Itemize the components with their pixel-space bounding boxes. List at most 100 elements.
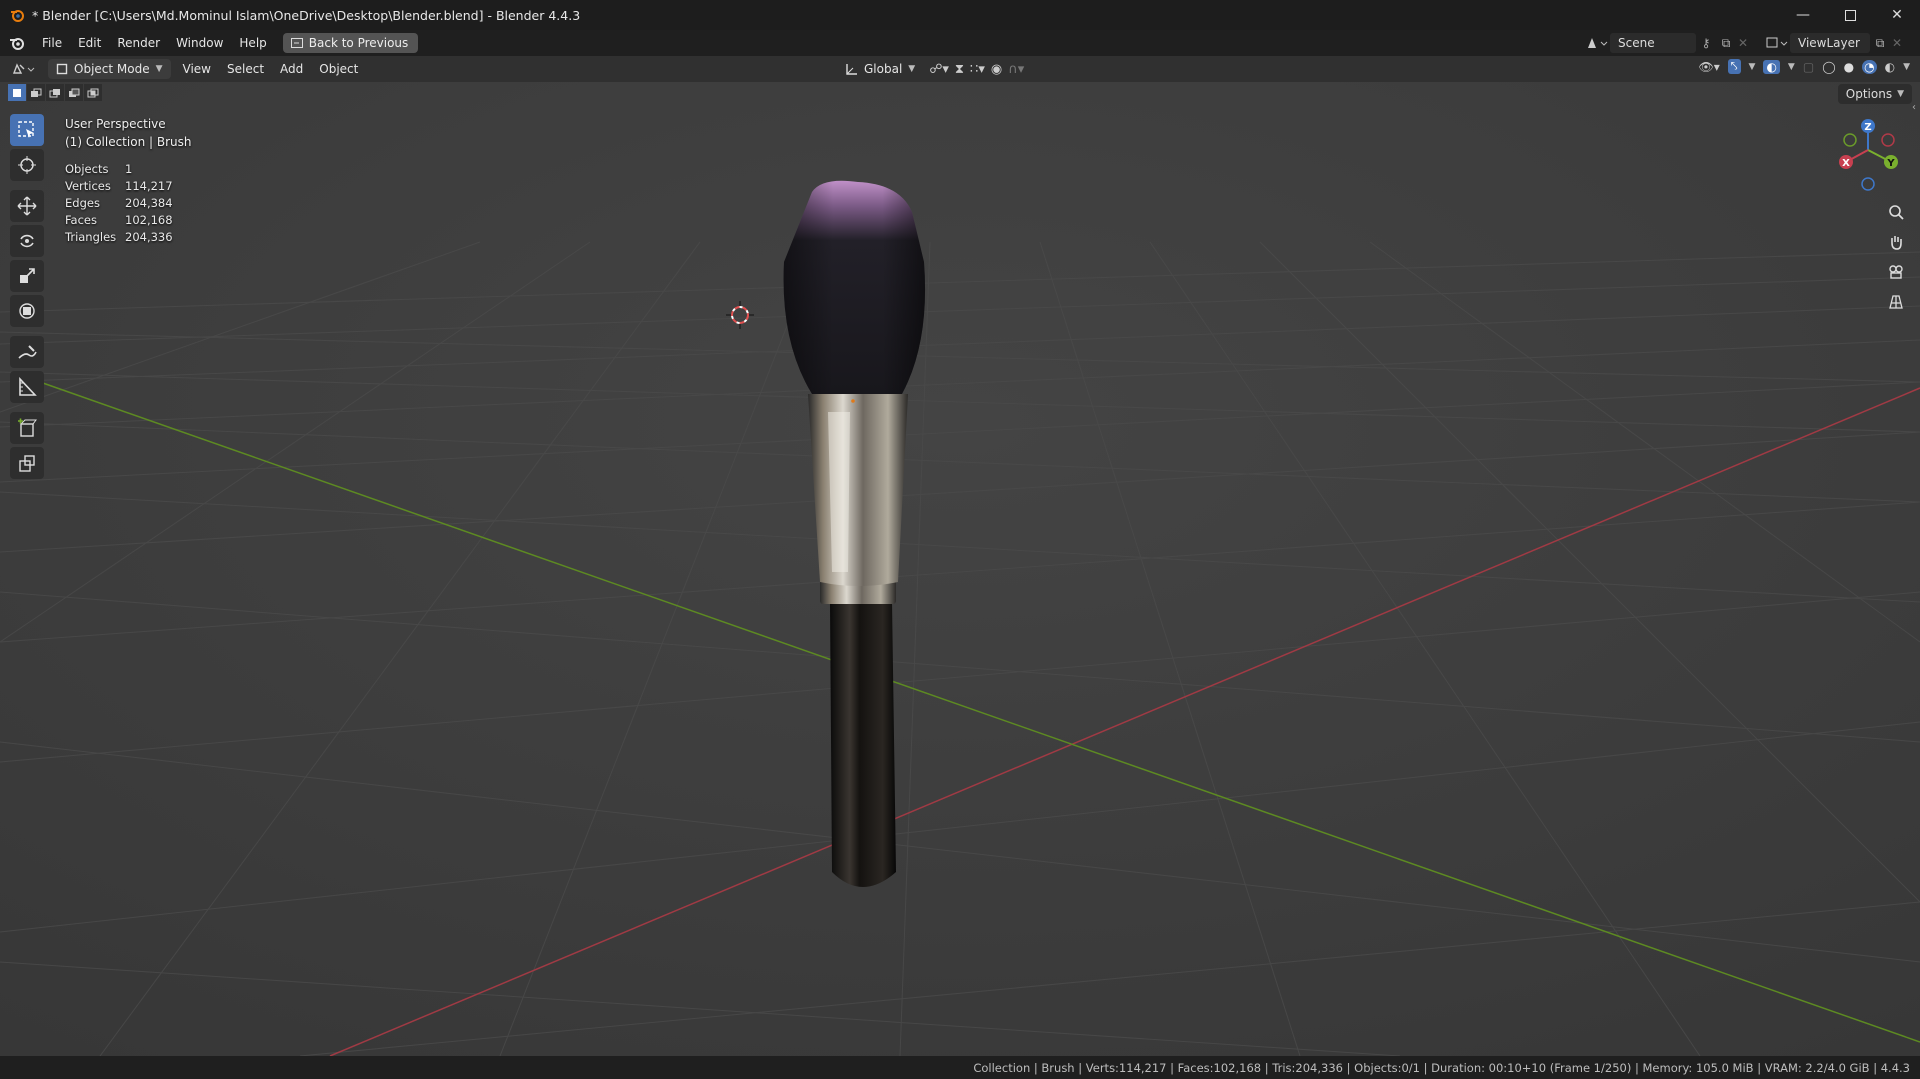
back-to-previous-label: Back to Previous <box>308 36 409 50</box>
add-object-icon[interactable] <box>10 447 44 479</box>
editor-type-icon[interactable] <box>6 61 42 77</box>
proportional-edit-icon[interactable]: ◉ <box>991 62 1002 77</box>
stat-label: Vertices <box>65 178 111 193</box>
navigation-gizmo[interactable]: Z Y X <box>1826 116 1906 196</box>
selection-mode-buttons <box>8 84 102 101</box>
pan-hand-icon[interactable] <box>1883 229 1909 255</box>
stat-row: Objects 1 <box>65 160 173 177</box>
menu-add[interactable]: Add <box>272 62 311 76</box>
stat-value: 102,168 <box>125 212 173 227</box>
gizmo-toggle-icon[interactable]: ⤣ <box>1727 59 1741 74</box>
menu-file[interactable]: File <box>34 32 70 54</box>
pin-icon[interactable]: ⚷ <box>1696 36 1716 50</box>
zoom-icon[interactable] <box>1883 199 1909 225</box>
view-layer-icon <box>1766 37 1788 48</box>
close-icon[interactable]: ✕ <box>1874 0 1920 30</box>
overlay-toggle-icon[interactable]: ◐ <box>1763 59 1780 74</box>
menu-select[interactable]: Select <box>219 62 272 76</box>
stat-label: Edges <box>65 195 100 210</box>
menu-help[interactable]: Help <box>231 32 274 54</box>
stat-label: Faces <box>65 212 97 227</box>
stat-row: Edges 204,384 <box>65 194 173 211</box>
stat-label: Objects <box>65 161 109 176</box>
object-mode-label: Object Mode <box>74 62 150 76</box>
menu-window[interactable]: Window <box>168 32 231 54</box>
falloff-icon[interactable]: ∩▾ <box>1008 62 1024 77</box>
stat-row: Vertices 114,217 <box>65 177 173 194</box>
measure-icon[interactable] <box>10 371 44 403</box>
select-intersect-icon[interactable] <box>84 84 102 101</box>
wireframe-shading-icon[interactable]: ◯ <box>1822 60 1835 74</box>
collection-label: (1) Collection | Brush <box>65 135 192 149</box>
maximize-icon[interactable] <box>1827 0 1873 30</box>
select-subtract-icon[interactable] <box>46 84 64 101</box>
viewport-header: Object Mode ▼ View Select Add Object Glo… <box>0 56 1920 82</box>
stat-row: Faces 102,168 <box>65 211 173 228</box>
menu-render[interactable]: Render <box>109 32 168 54</box>
cursor-icon[interactable] <box>10 149 44 181</box>
gizmo-x-label: X <box>1842 158 1850 169</box>
scene-icon <box>1588 38 1608 48</box>
select-extend-icon[interactable] <box>27 84 45 101</box>
camera-view-icon[interactable] <box>1883 259 1909 285</box>
object-mode-icon <box>56 63 68 75</box>
annotate-icon[interactable] <box>10 336 44 368</box>
viewport-scene[interactable] <box>0 82 1920 1056</box>
rendered-shading-icon[interactable]: ◐ <box>1885 60 1895 74</box>
gizmo-y-label: Y <box>1886 158 1895 169</box>
options-dropdown[interactable]: Options ▼ <box>1837 84 1912 104</box>
3d-viewport[interactable]: User Perspective (1) Collection | Brush … <box>0 82 1920 1056</box>
scene-name-field[interactable]: Scene <box>1610 33 1696 53</box>
xray-toggle-icon[interactable]: ▢ <box>1803 60 1814 74</box>
transform-orientation-dropdown[interactable]: Global ▼ <box>836 59 923 79</box>
gizmo-dropdown-icon[interactable]: ▼ <box>1749 62 1756 72</box>
title-bar: * Blender [C:\Users\Md.Mominul Islam\One… <box>0 0 1920 30</box>
tool-shelf <box>8 114 46 482</box>
move-icon[interactable] <box>10 190 44 222</box>
new-scene-icon[interactable]: ⧉ <box>1716 36 1736 51</box>
delete-scene-icon[interactable]: ✕ <box>1736 36 1750 50</box>
rotate-icon[interactable] <box>10 225 44 257</box>
menu-edit[interactable]: Edit <box>70 32 109 54</box>
object-mode-dropdown[interactable]: Object Mode ▼ <box>48 59 171 79</box>
select-new-icon[interactable] <box>8 84 26 101</box>
perspective-toggle-icon[interactable] <box>1883 289 1909 315</box>
select-invert-icon[interactable] <box>65 84 83 101</box>
snap-target-icon[interactable]: ∷▾ <box>970 62 985 77</box>
visibility-icon[interactable]: 👁▾ <box>1698 60 1719 74</box>
solid-shading-icon[interactable]: ● <box>1844 60 1854 74</box>
back-icon <box>290 38 303 48</box>
stat-value: 114,217 <box>125 178 173 193</box>
status-bar: Collection | Brush | Verts:114,217 | Fac… <box>0 1056 1920 1079</box>
shading-dropdown-icon[interactable]: ▼ <box>1903 62 1910 72</box>
select-box-icon[interactable] <box>10 114 44 146</box>
transform-icon[interactable] <box>10 295 44 327</box>
material-shading-icon[interactable]: ◔ <box>1862 59 1877 74</box>
blender-menu-icon[interactable] <box>8 34 26 52</box>
view-layer-name-field[interactable]: ViewLayer <box>1790 33 1870 53</box>
status-text: Collection | Brush | Verts:114,217 | Fac… <box>973 1060 1910 1075</box>
scale-icon[interactable] <box>10 260 44 292</box>
overlay-dropdown-icon[interactable]: ▼ <box>1788 62 1795 72</box>
add-cube-icon[interactable] <box>10 412 44 444</box>
chevron-down-icon: ▼ <box>1897 89 1904 99</box>
new-view-layer-icon[interactable]: ⧉ <box>1870 36 1890 51</box>
minimize-icon[interactable]: — <box>1780 0 1826 30</box>
view-layer-selector[interactable]: ViewLayer ⧉ ✕ <box>1764 33 1904 53</box>
scene-selector[interactable]: Scene ⚷ ⧉ ✕ <box>1584 33 1750 53</box>
stat-value: 204,336 <box>125 229 173 244</box>
sidebar-toggle-icon[interactable]: ‹ <box>1912 102 1916 113</box>
chevron-down-icon: ▼ <box>155 64 163 74</box>
stat-row: Triangles 204,336 <box>65 228 173 245</box>
snap-icon[interactable]: ⧗ <box>955 62 964 77</box>
stat-value: 204,384 <box>125 195 173 210</box>
menu-object[interactable]: Object <box>311 62 366 76</box>
window-title: * Blender [C:\Users\Md.Mominul Islam\One… <box>32 7 581 23</box>
scene-statistics: Objects 1 Vertices 114,217 Edges 204,384 Fa… <box>65 160 173 245</box>
chevron-down-icon: ▼ <box>908 64 916 74</box>
delete-view-layer-icon[interactable]: ✕ <box>1890 36 1904 50</box>
menu-view[interactable]: View <box>175 62 219 76</box>
back-to-previous-button[interactable]: Back to Previous <box>282 33 419 53</box>
orientation-label: Global <box>864 62 903 76</box>
pivot-point-icon[interactable]: ☍▾ <box>929 62 949 77</box>
